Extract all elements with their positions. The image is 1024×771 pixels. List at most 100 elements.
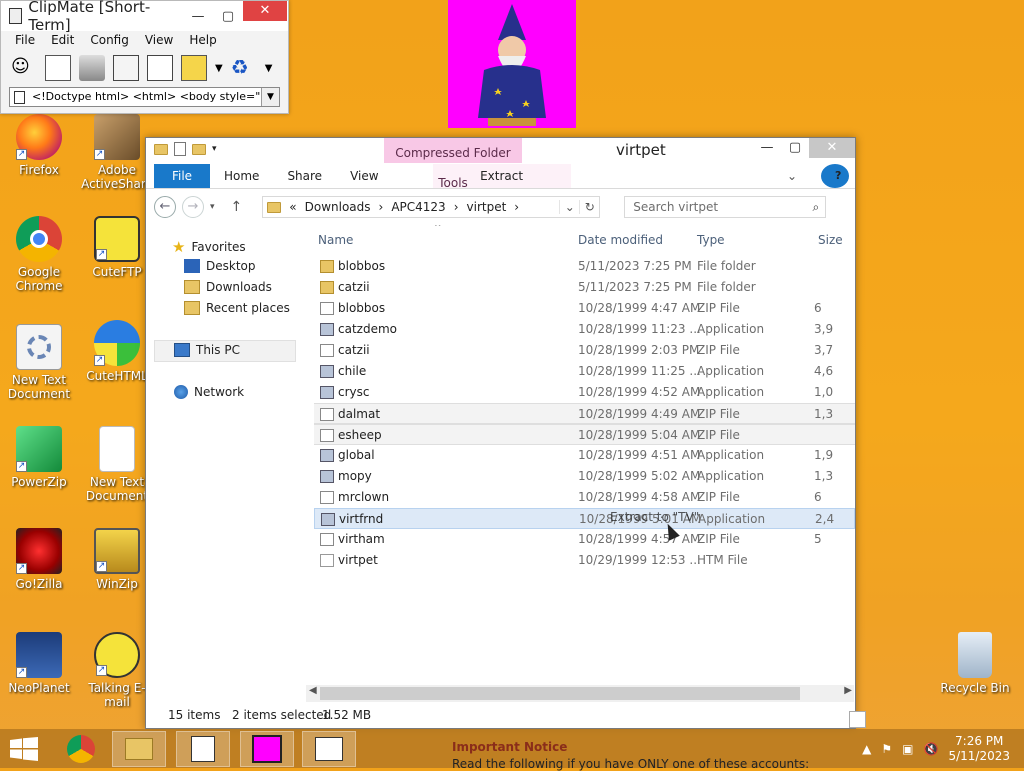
desktop-icon-firefox[interactable]: ↗ Firefox — [2, 114, 76, 177]
desktop-icon-new-text-document-2[interactable]: New Text Document — [80, 426, 154, 503]
clip-list-icon[interactable] — [181, 55, 207, 81]
scrollbar-thumb[interactable] — [320, 687, 800, 700]
file-row[interactable]: virtpet 10/29/1999 12:53 ... HTM File — [314, 550, 855, 571]
breadcrumb-apc4123[interactable]: APC4123 — [391, 200, 445, 214]
desktop-icon-talking-email[interactable]: ↗ Talking E-mail — [80, 632, 154, 709]
volume-muted-icon[interactable]: 🔇 — [924, 742, 939, 756]
nav-recent-places[interactable]: Recent places — [184, 301, 290, 315]
close-button[interactable]: ✕ — [243, 0, 287, 21]
back-button[interactable]: ← — [154, 196, 176, 218]
search-input[interactable]: Search virtpet ⌕ — [624, 196, 827, 218]
nav-network[interactable]: Network — [174, 385, 244, 399]
desktop-icon-gozilla[interactable]: ↗ Go!Zilla — [2, 528, 76, 591]
file-row[interactable]: catzii 5/11/2023 7:25 PM File folder — [314, 277, 855, 298]
scroll-left-icon[interactable]: ◀ — [309, 685, 317, 696]
desktop-icon-new-text-document-1[interactable]: New Text Document — [2, 324, 76, 401]
close-button[interactable]: ✕ — [809, 138, 855, 158]
desktop-icon-powerzip[interactable]: ↗ PowerZip — [2, 426, 76, 489]
horizontal-scrollbar[interactable]: ◀ ▶ — [306, 685, 854, 702]
chevron-down-icon[interactable]: ▾ — [212, 144, 217, 154]
desktop-icon-neoplanet[interactable]: ↗ NeoPlanet — [2, 632, 76, 695]
column-date-modified[interactable]: Date modified — [578, 225, 663, 255]
action-center-flag-icon[interactable]: ⚑ — [881, 742, 892, 756]
file-row[interactable]: crysc 10/28/1999 4:52 AM Application 1,0 — [314, 382, 855, 403]
clipmate-titlebar[interactable]: ClipMate [Short-Term] — ▢ ✕ — [1, 0, 288, 34]
taskbar-clipmate[interactable] — [176, 731, 230, 767]
column-size[interactable]: Size — [818, 225, 843, 255]
file-row[interactable]: virtfrnd 10/28/1999 5:01 AM Application 2,4 — [314, 508, 855, 529]
edit-clip-icon[interactable] — [45, 55, 71, 81]
taskbar-file-explorer[interactable] — [112, 731, 166, 767]
file-row[interactable]: blobbos 10/28/1999 4:47 AM ZIP File 6 — [314, 298, 855, 319]
minimize-button[interactable]: — — [753, 138, 781, 158]
file-row[interactable]: virtham 10/28/1999 4:57 AM ZIP File 5 — [314, 529, 855, 550]
clip-preview-field[interactable]: <!Doctype html> <html> <body style="back… — [9, 87, 280, 107]
up-button[interactable]: ↑ — [231, 199, 243, 215]
explorer-window[interactable]: ▾ Compressed Folder Tools virtpet — ▢ ✕ … — [145, 137, 866, 729]
clock[interactable]: 7:26 PM 5/11/2023 — [948, 734, 1010, 764]
taskbar-document[interactable] — [302, 731, 356, 767]
recycle-icon[interactable]: ♻ — [231, 55, 257, 81]
search-clip-icon[interactable] — [147, 55, 173, 81]
taskbar-app-question[interactable] — [240, 731, 294, 767]
new-folder-icon[interactable] — [192, 143, 206, 155]
important-notice[interactable]: Important Notice Read the following if y… — [452, 740, 809, 771]
chevron-down-icon[interactable]: ▼ — [215, 63, 223, 74]
chevron-down-icon[interactable]: ▼ — [265, 63, 273, 74]
file-row[interactable]: mopy 10/28/1999 5:02 AM Application 1,3 — [314, 466, 855, 487]
wizard-agent[interactable] — [448, 0, 576, 128]
address-dropdown-icon[interactable]: ⌄ — [559, 200, 579, 214]
compressed-folder-tools-tab[interactable]: Compressed Folder Tools — [384, 138, 522, 190]
address-bar[interactable]: « Downloads › APC4123 › virtpet › ⌄ ↻ — [262, 196, 601, 218]
menu-file[interactable]: File — [7, 31, 43, 51]
file-row[interactable]: esheep 10/28/1999 5:04 AM ZIP File — [314, 424, 855, 445]
tab-share[interactable]: Share — [273, 164, 336, 188]
desktop-icon-google-chrome[interactable]: Google Chrome — [2, 216, 76, 293]
nav-favorites[interactable]: ★ Favorites — [172, 238, 246, 256]
breadcrumb-downloads[interactable]: Downloads — [305, 200, 371, 214]
menu-help[interactable]: Help — [181, 31, 224, 51]
menu-config[interactable]: Config — [82, 31, 137, 51]
help-icon[interactable]: ? — [821, 164, 849, 188]
print-icon[interactable] — [79, 55, 105, 81]
file-row[interactable]: catzii 10/28/1999 2:03 PM ZIP File 3,7 — [314, 340, 855, 361]
explorer-titlebar[interactable]: ▾ Compressed Folder Tools virtpet — ▢ ✕ — [146, 138, 855, 190]
nav-downloads[interactable]: Downloads — [184, 280, 272, 294]
expand-ribbon-icon[interactable]: ⌄ — [773, 164, 811, 188]
recent-locations-icon[interactable]: ▾ — [210, 202, 215, 212]
show-hidden-icons-icon[interactable]: ▲ — [862, 742, 871, 756]
file-row[interactable]: global 10/28/1999 4:51 AM Application 1,9 — [314, 445, 855, 466]
smiley-icon[interactable]: ☺ — [11, 55, 37, 81]
nav-this-pc[interactable]: This PC — [174, 343, 240, 357]
file-row[interactable]: catzdemo 10/28/1999 11:23 ... Application 3… — [314, 319, 855, 340]
desktop-icon-adobe-activeshare[interactable]: ↗ Adobe ActiveShare — [80, 114, 154, 191]
nav-desktop[interactable]: Desktop — [184, 259, 256, 273]
breadcrumb-virtpet[interactable]: virtpet — [467, 200, 507, 214]
column-name[interactable]: Name — [318, 225, 353, 255]
file-row[interactable]: dalmat 10/28/1999 4:49 AM ZIP File 1,3 — [314, 403, 855, 424]
refresh-icon[interactable]: ↻ — [579, 200, 599, 214]
desktop-icon-cuteftp[interactable]: ↗ CuteFTP — [80, 216, 154, 279]
scroll-right-icon[interactable]: ▶ — [844, 685, 852, 696]
tab-file[interactable]: File — [154, 164, 210, 188]
clip-dropdown-button[interactable]: ▼ — [261, 88, 279, 106]
column-type[interactable]: Type — [697, 225, 725, 255]
tab-view[interactable]: View — [336, 164, 392, 188]
properties-icon[interactable] — [174, 142, 186, 156]
file-row[interactable]: mrclown 10/28/1999 4:58 AM ZIP File 6 — [314, 487, 855, 508]
menu-view[interactable]: View — [137, 31, 181, 51]
desktop-icon-recycle-bin[interactable]: Recycle Bin — [938, 632, 1012, 695]
network-status-icon[interactable]: ▣ — [902, 742, 913, 756]
maximize-button[interactable]: ▢ — [781, 138, 809, 158]
large-icons-view-icon[interactable] — [849, 711, 866, 728]
maximize-button[interactable]: ▢ — [213, 9, 243, 24]
desktop-icon-winzip[interactable]: ↗ WinZip — [80, 528, 154, 591]
menu-edit[interactable]: Edit — [43, 31, 82, 51]
clipmate-window[interactable]: ClipMate [Short-Term] — ▢ ✕ File Edit Co… — [0, 0, 289, 114]
minimize-button[interactable]: — — [183, 9, 213, 24]
start-button[interactable] — [10, 737, 38, 761]
file-row[interactable]: chile 10/28/1999 11:25 ... Application 4,6 — [314, 361, 855, 382]
tab-home[interactable]: Home — [210, 164, 273, 188]
forward-button[interactable]: → — [182, 196, 204, 218]
taskbar-chrome[interactable] — [54, 731, 108, 767]
